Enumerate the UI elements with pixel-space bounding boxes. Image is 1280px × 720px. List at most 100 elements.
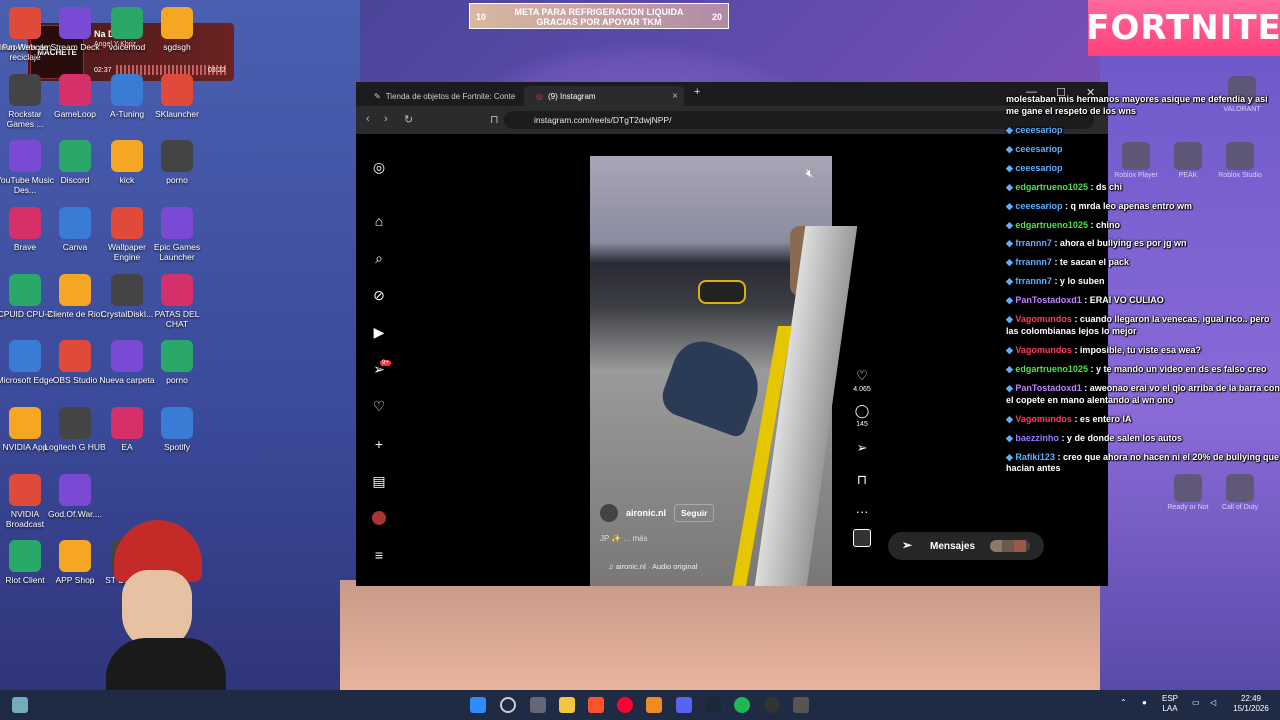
profile-avatar[interactable]	[370, 509, 388, 527]
chat-username[interactable]: PanTostadoxd1	[1015, 383, 1081, 393]
chat-badge-icon: ◆	[1006, 276, 1016, 287]
shortcut-label: SKlauncher	[155, 109, 199, 119]
steam-taskbar-icon[interactable]	[705, 697, 721, 713]
chat-username[interactable]: frrannn7	[1015, 238, 1052, 248]
chat-username[interactable]: edgartrueno1025	[1015, 220, 1088, 230]
chat-badge-icon: ◆	[1006, 314, 1016, 325]
tab-fortnite[interactable]: ✎ Tienda de objetos de Fortnite: Conte	[362, 86, 520, 106]
stream-deck-icon	[59, 7, 91, 39]
desktop-shortcut[interactable]: porno	[146, 140, 208, 185]
forward-icon[interactable]: ›	[384, 113, 388, 125]
tray-chevron-icon[interactable]: ⌃	[1120, 698, 1127, 708]
chat-badge-icon: ◆	[1006, 162, 1016, 173]
folder-icon	[59, 474, 91, 506]
reload-icon[interactable]: ↻	[404, 113, 413, 126]
chat-text: : te sacan el pack	[1051, 257, 1129, 268]
instagram-logo-icon[interactable]: ◎	[370, 158, 388, 176]
back-icon[interactable]: ‹	[366, 113, 370, 125]
mic-icon[interactable]: ●	[1142, 698, 1147, 708]
chat-username[interactable]: edgartrueno1025	[1015, 182, 1088, 192]
chat-username[interactable]: ceeesariop	[1015, 163, 1062, 173]
brave-taskbar-icon[interactable]	[588, 697, 604, 713]
mute-icon[interactable]: 🔇︎	[806, 166, 814, 181]
explore-icon[interactable]: ⊘	[370, 286, 388, 304]
logitech-icon	[59, 407, 91, 439]
spotify-taskbar-icon[interactable]	[734, 697, 750, 713]
chat-username[interactable]: Vagomundos	[1015, 314, 1072, 324]
chat-username[interactable]: Rafiki123	[1015, 452, 1055, 462]
desktop-shortcut[interactable]: PATAS DEL CHAT	[146, 274, 208, 329]
reel-caption[interactable]: JP ✨ ... más	[600, 534, 648, 543]
app-taskbar-icon[interactable]	[646, 697, 662, 713]
file-explorer-icon[interactable]	[559, 697, 575, 713]
chat-username[interactable]: Vagomundos	[1015, 345, 1072, 355]
messages-badge: 9+	[380, 360, 391, 366]
comment-icon[interactable]: ◯	[850, 403, 874, 419]
save-icon[interactable]: ⊓	[850, 472, 874, 488]
notifications-icon[interactable]: ♡	[370, 397, 388, 415]
chat-message: ◆ edgartrueno1025 : chino	[1006, 220, 1280, 232]
new-tab-button[interactable]: +	[694, 86, 700, 98]
chat-username[interactable]: ceeesariop	[1015, 125, 1062, 135]
chat-username[interactable]: ceeesariop	[1015, 201, 1062, 211]
desktop-shortcut[interactable]: sgdsgh	[146, 7, 208, 52]
chat-username[interactable]: frrannn7	[1015, 276, 1052, 286]
keyboard-language[interactable]: ESP LAA	[1162, 694, 1178, 714]
network-icon[interactable]: ▭	[1192, 698, 1200, 708]
desktop-shortcut[interactable]: porno	[146, 340, 208, 385]
volume-icon[interactable]: ◁	[1210, 698, 1216, 708]
chat-username[interactable]: edgartrueno1025	[1015, 364, 1088, 374]
ea-icon	[111, 407, 143, 439]
chat-message: ◆ baezzinho : y de donde salen los autos	[1006, 433, 1280, 445]
logitech-taskbar-icon[interactable]	[764, 697, 780, 713]
task-view-icon[interactable]	[530, 697, 546, 713]
reel-audio[interactable]: ♫ aironic.nl · Audio original	[608, 562, 697, 571]
blank-icon	[161, 274, 193, 306]
clock[interactable]: 22:49 15/1/2026	[1226, 694, 1276, 714]
chat-badge-icon: ◆	[1006, 200, 1016, 211]
author-avatar[interactable]	[600, 504, 618, 522]
dashboard-icon[interactable]: ▤	[370, 472, 388, 490]
follow-button[interactable]: Seguir	[674, 504, 715, 522]
chat-badge-icon: ◆	[1006, 432, 1016, 443]
audio-thumb[interactable]	[853, 529, 871, 547]
chat-username[interactable]: PanTostadoxd1	[1015, 295, 1081, 305]
tab-instagram[interactable]: ◎ (9) Instagram ×	[524, 86, 684, 106]
start-button[interactable]	[470, 697, 486, 713]
reel-video[interactable]: 🔇︎ aironic.nl Seguir JP ✨ ... más ♫ airo…	[590, 156, 858, 586]
author-username[interactable]: aironic.nl	[626, 508, 666, 518]
reels-icon[interactable]: ▶	[370, 323, 388, 341]
riot-icon	[59, 274, 91, 306]
discord-taskbar-icon[interactable]	[676, 697, 692, 713]
riot-taskbar-icon[interactable]	[793, 697, 809, 713]
create-icon[interactable]: +	[370, 435, 388, 453]
chat-badge-icon: ◆	[1006, 345, 1016, 355]
desktop-shortcut[interactable]: Spotify	[146, 407, 208, 452]
cpuz-icon	[9, 274, 41, 306]
search-taskbar-icon[interactable]	[500, 697, 516, 713]
bookmark-icon[interactable]: ⊓	[490, 113, 499, 126]
desktop-shortcut[interactable]: SKlauncher	[146, 74, 208, 119]
messages-button[interactable]: ➢ Mensajes	[888, 532, 1044, 560]
more-options-icon[interactable]: ···	[850, 504, 874, 519]
search-icon[interactable]: ⌕	[370, 249, 388, 267]
chat-username[interactable]: ceeesariop	[1015, 144, 1062, 154]
desktop-shortcut[interactable]: Epic Games Launcher	[146, 207, 208, 262]
chat-badge-icon: ◆	[1006, 413, 1016, 424]
chat-badge-icon: ◆	[1006, 295, 1016, 306]
folder-icon	[111, 7, 143, 39]
desktop-shortcut[interactable]: God.Of.War....	[44, 474, 106, 519]
close-tab-icon[interactable]: ×	[672, 91, 678, 102]
shortcut-label: porno	[166, 375, 188, 385]
wallpaper-engine-icon	[111, 207, 143, 239]
share-icon[interactable]: ➢	[850, 440, 874, 456]
youtube-taskbar-icon[interactable]	[617, 697, 633, 713]
like-icon[interactable]: ♡	[850, 368, 874, 384]
chat-username[interactable]: frrannn7	[1015, 257, 1052, 267]
widgets-icon[interactable]	[12, 697, 28, 713]
home-icon[interactable]: ⌂	[370, 212, 388, 230]
more-menu-icon[interactable]: ≡	[370, 546, 388, 564]
chat-username[interactable]: baezzinho	[1015, 433, 1059, 443]
chat-text: molestaban mis hermanos mayores asique m…	[1006, 94, 1268, 116]
chat-username[interactable]: Vagomundos	[1015, 414, 1072, 424]
